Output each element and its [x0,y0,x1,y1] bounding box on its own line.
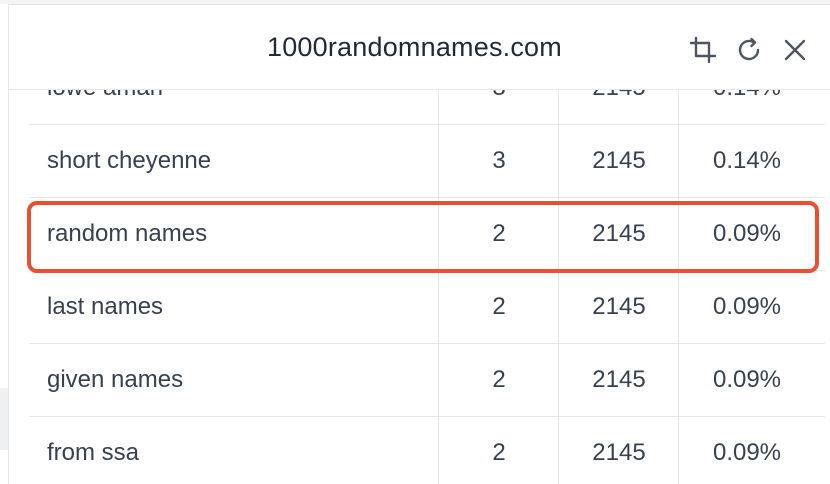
total-cell: 2145 [558,417,679,484]
count-cell: 2 [438,417,559,484]
page-frame: 1000randomnames.com lowe amari 3 [0,0,830,484]
keyword-table: lowe amari 3 2145 0.14% short cheyenne 3… [9,90,830,484]
percent-cell: 0.09% [678,271,815,343]
count-cell: 3 [438,90,559,124]
total-cell: 2145 [558,125,679,197]
total-cell: 2145 [558,90,679,124]
table-row-highlighted: random names 2 2145 0.09% [29,198,825,271]
count-cell: 2 [438,344,559,416]
table-row: given names 2 2145 0.09% [29,344,825,417]
percent-cell: 0.09% [678,198,815,270]
reload-icon[interactable] [734,35,764,65]
keyword-cell: random names [47,220,208,247]
percent-cell: 0.09% [678,344,815,416]
keyword-cell: from ssa [47,439,140,466]
close-icon[interactable] [780,35,810,65]
popup-header: 1000randomnames.com [9,5,830,90]
crop-icon[interactable] [688,35,718,65]
percent-cell: 0.14% [678,125,815,197]
table-row: lowe amari 3 2145 0.14% [29,90,825,125]
percent-cell: 0.14% [678,90,815,124]
table-row: last names 2 2145 0.09% [29,271,825,344]
total-cell: 2145 [558,344,679,416]
total-cell: 2145 [558,271,679,343]
total-cell: 2145 [558,198,679,270]
left-gutter-shade [0,388,8,450]
count-cell: 3 [438,125,559,197]
table-row: short cheyenne 3 2145 0.14% [29,125,825,198]
table-row: from ssa 2 2145 0.09% [29,417,825,484]
keyword-cell: given names [47,366,184,393]
count-cell: 2 [438,198,559,270]
keyword-cell: short cheyenne [47,147,212,174]
page-title: 1000randomnames.com [267,32,562,62]
count-cell: 2 [438,271,559,343]
table-body: lowe amari 3 2145 0.14% short cheyenne 3… [29,90,825,484]
keyword-cell: last names [47,293,164,320]
percent-cell: 0.09% [678,417,815,484]
keyword-cell: lowe amari [47,90,427,124]
